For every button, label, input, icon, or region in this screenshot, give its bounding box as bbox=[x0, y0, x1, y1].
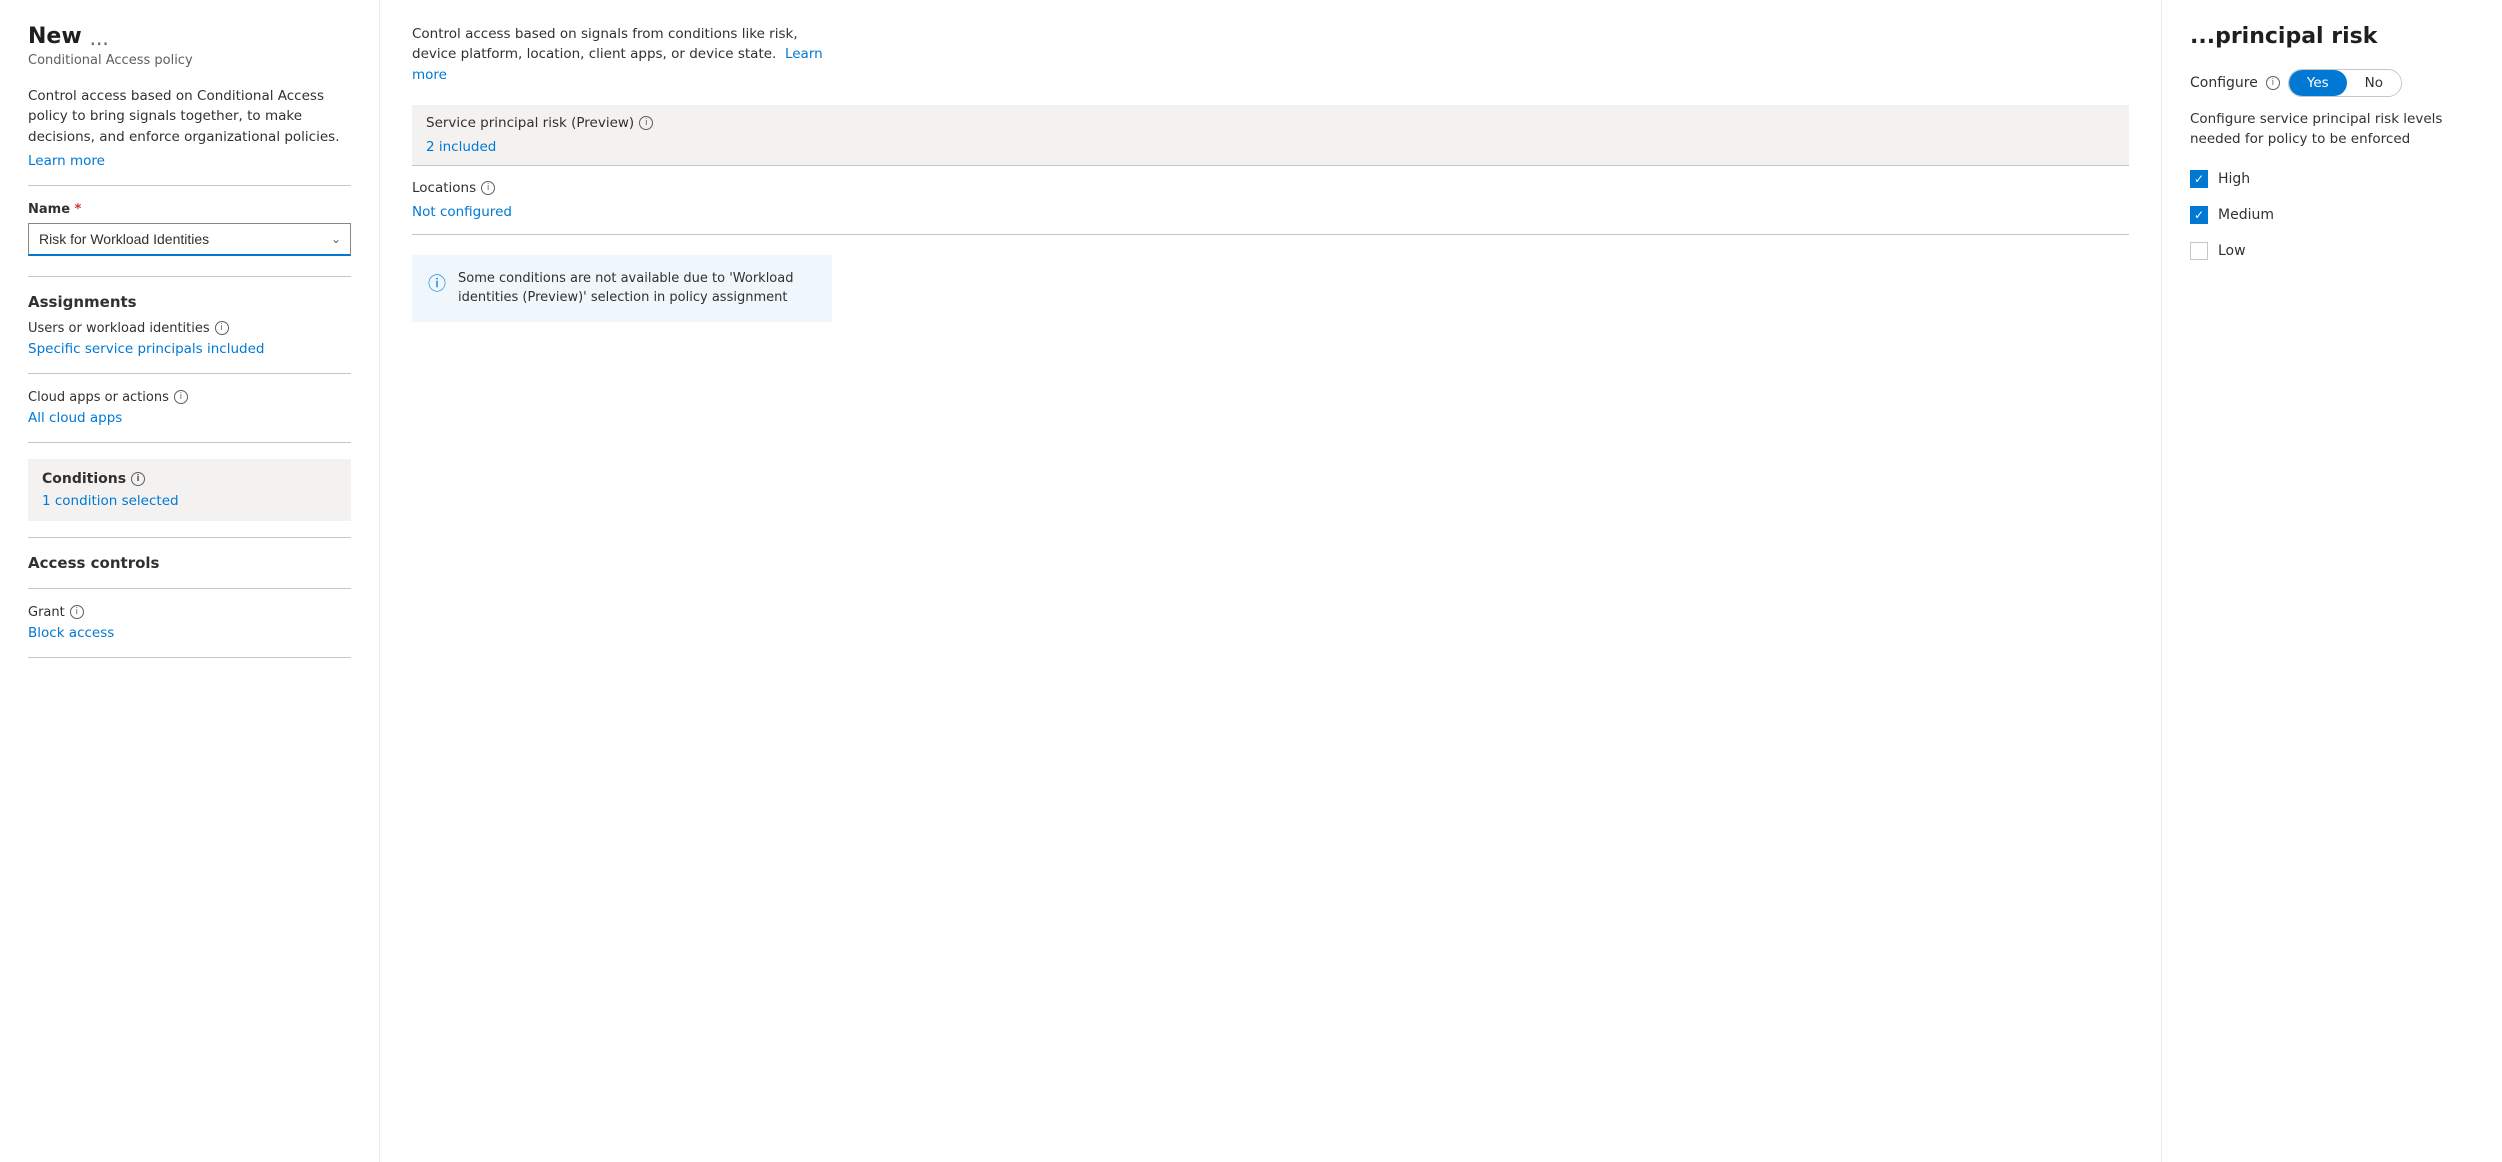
configure-label: Configure bbox=[2190, 75, 2258, 91]
middle-description: Control access based on signals from con… bbox=[412, 24, 832, 85]
cloud-apps-value-link[interactable]: All cloud apps bbox=[28, 410, 351, 426]
name-input[interactable] bbox=[28, 223, 351, 256]
chevron-down-icon: ⌄ bbox=[331, 232, 341, 246]
service-principal-risk-value-link[interactable]: 2 included bbox=[426, 139, 496, 155]
more-options-icon[interactable]: ... bbox=[90, 26, 109, 50]
users-info-icon: i bbox=[215, 321, 229, 335]
cloud-apps-label: Cloud apps or actions i bbox=[28, 390, 351, 405]
conditions-heading: Conditions i bbox=[42, 471, 337, 487]
checkbox-label-low: Low bbox=[2218, 243, 2246, 259]
page-title: New bbox=[28, 24, 82, 49]
locations-row: Locations i Not configured bbox=[412, 166, 2129, 235]
checkbox-label-high: High bbox=[2218, 171, 2250, 187]
page-subtitle: Conditional Access policy bbox=[28, 53, 351, 68]
locations-info-icon: i bbox=[481, 181, 495, 195]
cloud-apps-info-icon: i bbox=[174, 390, 188, 404]
locations-value-link[interactable]: Not configured bbox=[412, 204, 512, 220]
checkbox-item-high[interactable]: High bbox=[2190, 170, 2474, 188]
left-description: Control access based on Conditional Acce… bbox=[28, 86, 351, 147]
grant-info-icon: i bbox=[70, 605, 84, 619]
users-label: Users or workload identities i bbox=[28, 321, 351, 336]
configure-info-icon: i bbox=[2266, 76, 2280, 90]
users-value-link[interactable]: Specific service principals included bbox=[28, 341, 351, 357]
configure-description: Configure service principal risk levels … bbox=[2190, 109, 2450, 150]
checkbox-item-low[interactable]: Low bbox=[2190, 242, 2474, 260]
configure-toggle[interactable]: Yes No bbox=[2288, 69, 2402, 97]
risk-levels-container: High Medium Low bbox=[2190, 170, 2474, 260]
conditions-box[interactable]: Conditions i 1 condition selected bbox=[28, 459, 351, 521]
middle-panel: Control access based on signals from con… bbox=[380, 0, 2162, 1162]
configure-row: Configure i Yes No bbox=[2190, 69, 2474, 97]
name-input-wrapper: ⌄ bbox=[28, 223, 351, 256]
grant-value-link[interactable]: Block access bbox=[28, 625, 351, 641]
right-panel-title: ...principal risk bbox=[2190, 24, 2474, 49]
toggle-no-option[interactable]: No bbox=[2347, 70, 2401, 96]
toggle-yes-option[interactable]: Yes bbox=[2289, 70, 2347, 96]
info-banner-text: Some conditions are not available due to… bbox=[458, 269, 816, 308]
left-panel: New ... Conditional Access policy Contro… bbox=[0, 0, 380, 1162]
right-panel: ...principal risk Configure i Yes No Con… bbox=[2162, 0, 2502, 1162]
access-controls-heading: Access controls bbox=[28, 554, 351, 572]
condition-selected-link[interactable]: 1 condition selected bbox=[42, 493, 179, 509]
name-label: Name * bbox=[28, 202, 351, 217]
info-banner-icon: ⓘ bbox=[428, 270, 446, 296]
checkbox-low[interactable] bbox=[2190, 242, 2208, 260]
checkbox-label-medium: Medium bbox=[2218, 207, 2274, 223]
locations-label: Locations i bbox=[412, 180, 2129, 196]
checkbox-medium[interactable] bbox=[2190, 206, 2208, 224]
service-risk-info-icon: i bbox=[639, 116, 653, 130]
grant-label: Grant i bbox=[28, 605, 351, 620]
conditions-info-icon: i bbox=[131, 472, 145, 486]
assignments-heading: Assignments bbox=[28, 293, 351, 311]
checkbox-high[interactable] bbox=[2190, 170, 2208, 188]
service-principal-risk-label: Service principal risk (Preview) i bbox=[426, 115, 2115, 131]
left-learn-more-link[interactable]: Learn more bbox=[28, 153, 351, 169]
checkbox-item-medium[interactable]: Medium bbox=[2190, 206, 2474, 224]
service-principal-risk-box[interactable]: Service principal risk (Preview) i 2 inc… bbox=[412, 105, 2129, 166]
info-banner: ⓘ Some conditions are not available due … bbox=[412, 255, 832, 322]
